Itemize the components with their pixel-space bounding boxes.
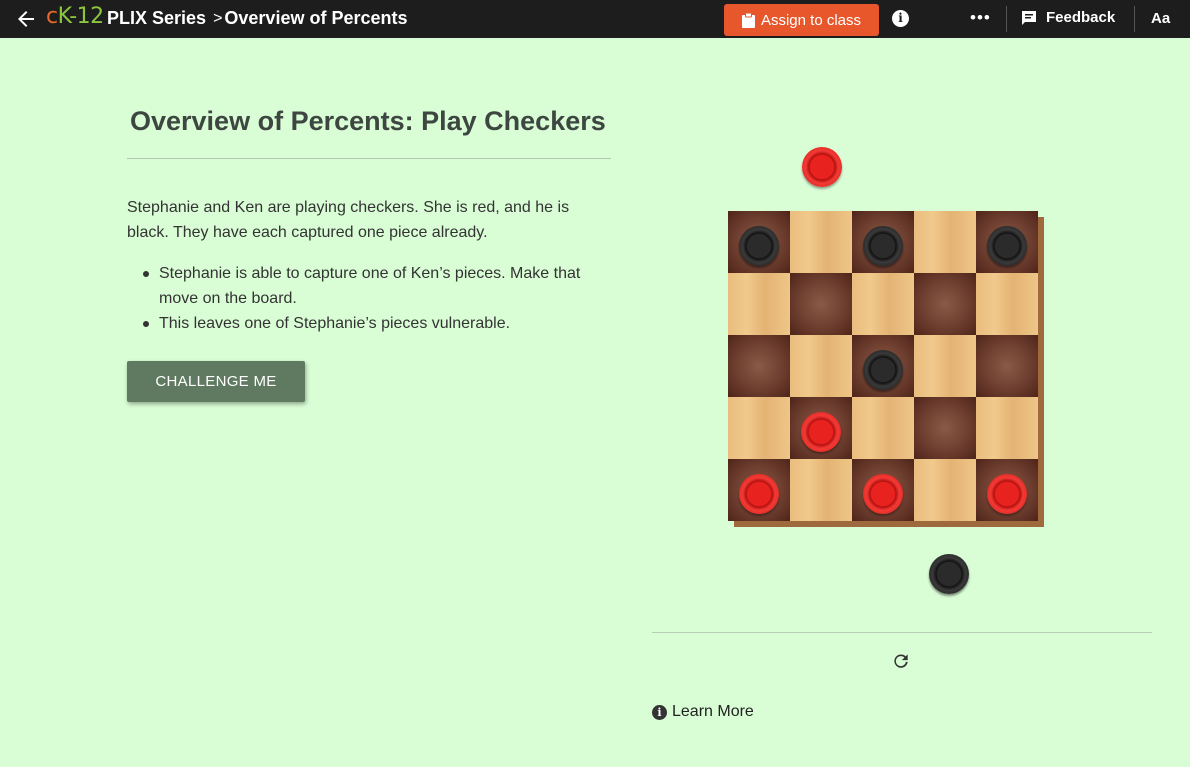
black-piece[interactable] bbox=[863, 226, 903, 266]
board-square-r4-c1[interactable] bbox=[728, 397, 790, 459]
refresh-icon[interactable] bbox=[891, 651, 911, 671]
assign-to-class-button[interactable]: Assign to class bbox=[724, 4, 879, 36]
instruction-list: Stephanie is able to capture one of Ken’… bbox=[143, 261, 599, 336]
board-square-r1-c1[interactable] bbox=[728, 211, 790, 273]
more-options-icon[interactable]: ••• bbox=[970, 8, 991, 28]
board-square-r4-c5[interactable] bbox=[976, 397, 1038, 459]
divider bbox=[1006, 6, 1007, 32]
page-title: Overview of Percents: Play Checkers bbox=[130, 106, 606, 136]
board-square-r2-c1[interactable] bbox=[728, 273, 790, 335]
board-square-r3-c5[interactable] bbox=[976, 335, 1038, 397]
instruction-item: This leaves one of Stephanie’s pieces vu… bbox=[143, 311, 599, 336]
feedback-button[interactable]: Feedback bbox=[1021, 9, 1115, 26]
board-square-r1-c2[interactable] bbox=[790, 211, 852, 273]
feedback-label: Feedback bbox=[1046, 9, 1116, 26]
red-piece[interactable] bbox=[987, 474, 1027, 514]
breadcrumb-series[interactable]: PLIX Series bbox=[107, 8, 206, 29]
black-piece[interactable] bbox=[863, 350, 903, 390]
board-square-r3-c1[interactable] bbox=[728, 335, 790, 397]
breadcrumb: PLIX Series > Overview of Percents bbox=[107, 8, 408, 29]
ck12-logo[interactable]: cK-12 bbox=[46, 4, 104, 29]
board-square-r2-c2[interactable] bbox=[790, 273, 852, 335]
clipboard-icon bbox=[741, 12, 755, 28]
learn-more-link[interactable]: i Learn More bbox=[652, 703, 754, 721]
board-square-r5-c5[interactable] bbox=[976, 459, 1038, 521]
divider bbox=[1134, 6, 1135, 32]
black-piece[interactable] bbox=[987, 226, 1027, 266]
board-square-r4-c3[interactable] bbox=[852, 397, 914, 459]
intro-text: Stephanie and Ken are playing checkers. … bbox=[127, 199, 570, 241]
red-piece[interactable] bbox=[739, 474, 779, 514]
board-square-r1-c3[interactable] bbox=[852, 211, 914, 273]
title-divider bbox=[127, 158, 611, 159]
controls-divider bbox=[652, 632, 1152, 633]
checkers-board-area bbox=[728, 211, 1046, 529]
learn-more-label: Learn More bbox=[672, 703, 754, 720]
checkers-board[interactable] bbox=[728, 211, 1038, 521]
font-size-button[interactable]: Aa bbox=[1151, 10, 1170, 27]
board-square-r1-c5[interactable] bbox=[976, 211, 1038, 273]
breadcrumb-current: Overview of Percents bbox=[224, 8, 408, 28]
board-square-r5-c1[interactable] bbox=[728, 459, 790, 521]
captured-red-piece bbox=[802, 147, 842, 187]
board-square-r1-c4[interactable] bbox=[914, 211, 976, 273]
info-icon: i bbox=[652, 704, 667, 720]
board-square-r2-c3[interactable] bbox=[852, 273, 914, 335]
breadcrumb-separator: > bbox=[213, 9, 223, 27]
black-piece[interactable] bbox=[739, 226, 779, 266]
board-square-r3-c4[interactable] bbox=[914, 335, 976, 397]
back-arrow-icon[interactable] bbox=[14, 7, 38, 31]
board-square-r2-c5[interactable] bbox=[976, 273, 1038, 335]
board-square-r5-c2[interactable] bbox=[790, 459, 852, 521]
red-piece[interactable] bbox=[801, 412, 841, 452]
board-square-r4-c4[interactable] bbox=[914, 397, 976, 459]
captured-black-piece bbox=[929, 554, 969, 594]
top-bar: cK-12 PLIX Series > Overview of Percents… bbox=[0, 0, 1190, 38]
board-square-r5-c4[interactable] bbox=[914, 459, 976, 521]
board-square-r5-c3[interactable] bbox=[852, 459, 914, 521]
board-square-r2-c4[interactable] bbox=[914, 273, 976, 335]
board-square-r4-c2[interactable] bbox=[790, 397, 852, 459]
info-icon[interactable]: i bbox=[892, 10, 909, 27]
red-piece[interactable] bbox=[863, 474, 903, 514]
board-square-r3-c2[interactable] bbox=[790, 335, 852, 397]
board-square-r3-c3[interactable] bbox=[852, 335, 914, 397]
feedback-icon bbox=[1022, 10, 1036, 25]
challenge-me-button[interactable]: CHALLENGE ME bbox=[127, 361, 305, 402]
instruction-item: Stephanie is able to capture one of Ken’… bbox=[143, 261, 599, 311]
assign-label: Assign to class bbox=[760, 11, 862, 29]
